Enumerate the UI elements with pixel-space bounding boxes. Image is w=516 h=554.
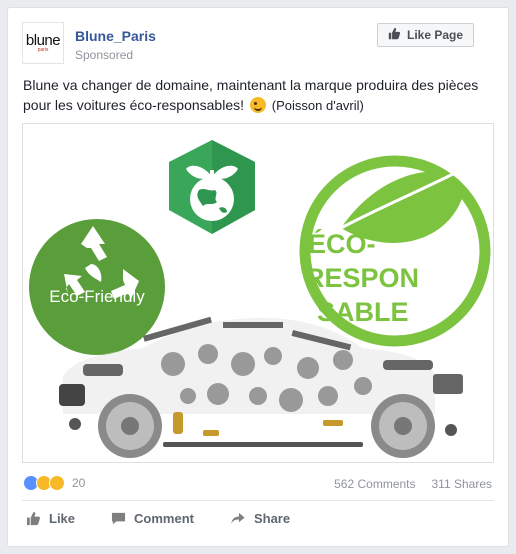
eco-responsable-line1: ÉCO- — [308, 228, 376, 259]
like-page-label: Like Page — [406, 28, 464, 42]
post-text-suffix: (Poisson d'avril) — [271, 98, 364, 113]
wink-emoji-icon — [249, 97, 266, 113]
rear-wheel-disc — [371, 394, 435, 458]
eco-responsable-line2: RESPON — [305, 263, 419, 293]
post-text: Blune va changer de domaine, maintenant … — [23, 75, 493, 116]
eco-friendly-badge: Eco-Friendly — [29, 219, 165, 355]
sponsored-label[interactable]: Sponsored — [75, 48, 133, 62]
page-name-link[interactable]: Blune_Paris — [75, 28, 156, 44]
eco-parts-illustration: Eco-Friendly ÉCO- RESPON SABLE — [29, 140, 491, 458]
comments-count-link[interactable]: 562 Comments — [334, 477, 415, 491]
front-wheel-disc — [98, 394, 162, 458]
like-page-button[interactable]: Like Page — [377, 23, 474, 47]
earth-hexagon-badge — [169, 140, 255, 234]
page-avatar[interactable]: blune paris — [22, 22, 64, 64]
share-button[interactable]: Share — [230, 506, 290, 530]
post-stats: 562 Comments 311 Shares — [334, 477, 492, 491]
comment-label: Comment — [134, 510, 194, 526]
comment-button[interactable]: Comment — [111, 506, 194, 530]
comment-icon — [111, 511, 126, 526]
eco-friendly-label: Eco-Friendly — [49, 287, 145, 306]
post-actions-bar: Like Comment Share — [22, 506, 494, 530]
share-label: Share — [253, 510, 291, 526]
like-button[interactable]: Like — [26, 506, 75, 530]
like-label: Like — [49, 510, 76, 526]
thumbs-up-icon — [388, 27, 401, 43]
post-card: blune paris Blune_Paris Sponsored Like P… — [7, 7, 509, 547]
avatar-logo-sub: paris — [37, 46, 49, 53]
eco-responsable-badge: ÉCO- RESPON SABLE — [299, 155, 491, 347]
thumbs-up-icon — [26, 511, 41, 526]
actions-divider — [22, 500, 494, 501]
share-arrow-icon — [230, 511, 246, 526]
eco-responsable-line3: SABLE — [317, 297, 409, 327]
reaction-count: 20 — [72, 476, 86, 490]
post-image[interactable]: Eco-Friendly ÉCO- RESPON SABLE — [22, 123, 494, 463]
avatar-logo: blune — [25, 31, 61, 49]
wow-reaction-icon — [49, 475, 65, 491]
reactions-summary[interactable]: 20 — [23, 475, 85, 491]
shares-count-link[interactable]: 311 Shares — [432, 477, 493, 491]
